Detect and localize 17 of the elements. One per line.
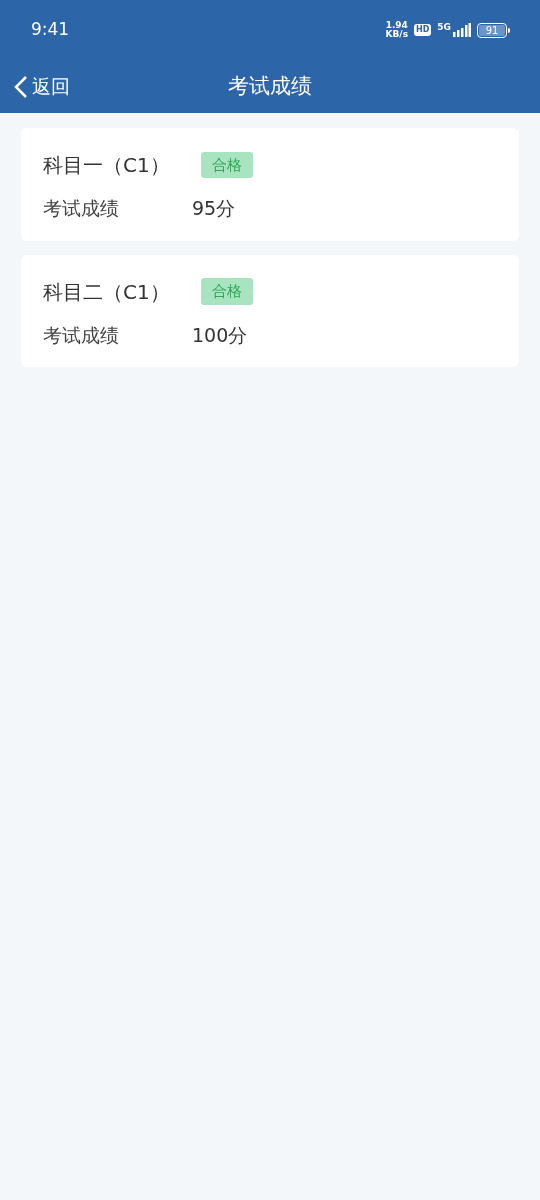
score-value: 95分 [192,196,236,221]
battery-icon: 91 [477,22,510,38]
page-title: 考试成绩 [228,72,312,100]
hd-badge: HD [414,24,432,36]
status-tag: 合格 [201,151,253,179]
subject-title: 科目二（C1） [43,278,171,306]
status-tag: 合格 [201,278,253,305]
signal-icon [453,23,471,37]
subject-title: 科目一（C1） [43,152,171,179]
score-label: 考试成绩 [43,196,120,221]
back-button[interactable]: 返回 [14,72,70,101]
network-type: 5G [437,23,451,32]
status-time: 9:41 [31,18,70,42]
net-speed: 1.94 KB/s [385,21,408,39]
score-value: 100分 [192,322,248,348]
score-label: 考试成绩 [43,322,120,348]
back-chevron-icon [14,74,28,99]
